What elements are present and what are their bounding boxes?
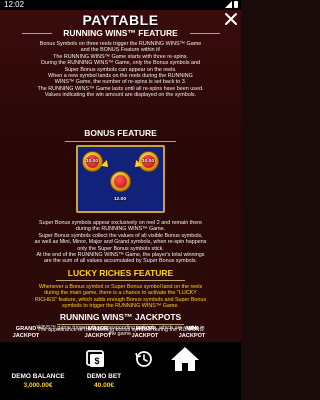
jackpot-major: MAJOR JACKPOT [84,326,112,339]
jackpot-minor: MINOR JACKPOT [131,326,159,339]
divider [56,280,185,281]
running-wins-heading: RUNNING WINS™ FEATURE [63,28,178,38]
status-bar: 12:02 [0,0,241,10]
demo-bet: DEMO BET 40.00€ [84,372,124,390]
demo-balance: DEMO BALANCE 3,000.00€ [8,372,68,390]
cash-button[interactable]: $ [86,350,106,373]
bonus-feature-text: Super Bonus symbols appear exclusively o… [34,220,207,265]
clock: 12:02 [4,0,25,9]
history-icon [135,351,152,367]
coin-value: 12.00 [113,197,126,202]
jackpots-heading: RUNNING WINS™ JACKPOTS [59,312,182,322]
balance-label: DEMO BALANCE [11,373,65,380]
close-button[interactable] [223,11,239,27]
bet-label: DEMO BET [86,373,122,380]
jackpot-grand: GRAND JACKPOT [12,326,40,339]
paytable-panel[interactable]: PAYTABLE RUNNING WINS™ FEATURE Bonus Sym… [0,10,241,342]
jackpot-mini: MINI JACKPOT [178,326,206,339]
balance-value: 3,000.00€ [23,382,53,389]
bottom-bar: WINS™ game triggers the corresponding ja… [0,325,241,400]
running-wins-text: Bonus Symbols on three reels trigger the… [37,41,204,99]
page-title: PAYTABLE [82,12,159,28]
bonus-example-reels: 10.00 10.00 12.00 [76,145,165,213]
super-bonus-coin [110,171,131,192]
svg-text:$: $ [94,356,99,366]
divider [65,141,176,142]
battery-icon [234,1,238,8]
lucky-riches-text: Whenever a Bonus symbol or Super Bonus s… [34,284,207,310]
lucky-riches-heading: LUCKY RICHES FEATURE [67,268,174,278]
bet-value: 40.00€ [94,382,114,389]
cash-icon: $ [86,350,104,367]
bonus-feature-heading: BONUS FEATURE [84,128,157,138]
home-icon [171,347,199,371]
signal-icon [225,1,232,8]
home-button[interactable] [170,346,200,377]
close-icon [225,13,237,25]
history-button[interactable] [134,350,154,373]
system-icons [225,1,238,8]
